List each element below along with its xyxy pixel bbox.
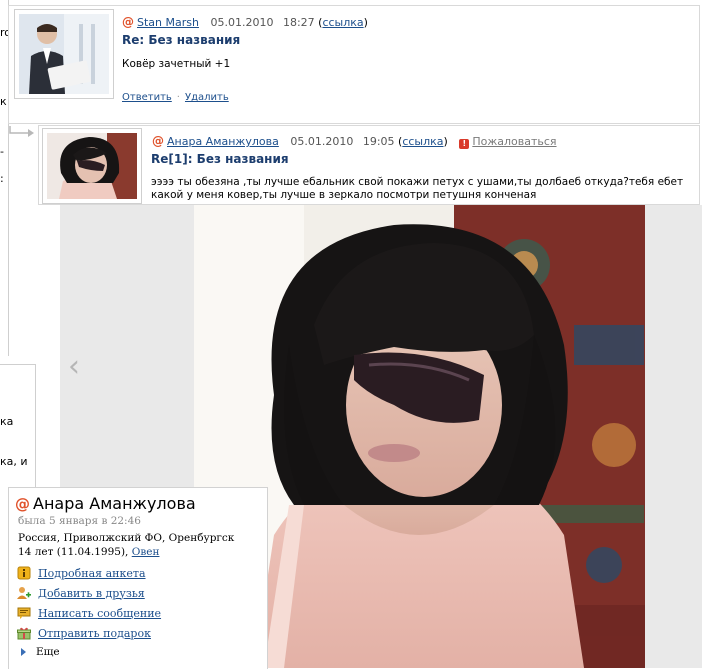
gift-icon — [17, 627, 31, 640]
clipped-text: - — [0, 145, 4, 158]
caret-right-icon — [21, 648, 26, 656]
at-icon: @ — [122, 15, 134, 29]
comment: @ Stan Marsh 05.01.2010 18:27 (ссылка) Re… — [8, 5, 700, 124]
profile-location: Россия, Приволжский ФО, Оренбургск — [18, 532, 235, 544]
avatar-image — [19, 14, 109, 94]
profile-name-text: Анара Аманжулова — [33, 494, 196, 513]
avatar-image — [47, 133, 137, 199]
menu-item-label[interactable]: Написать сообщение — [38, 607, 161, 620]
comment-date: 05.01.2010 — [290, 135, 354, 148]
clipped-text: к — [0, 95, 7, 108]
menu-item-label[interactable]: Подробная анкета — [38, 567, 146, 580]
avatar[interactable] — [14, 9, 114, 99]
comment-time: 18:27 — [282, 16, 315, 29]
menu-item-label[interactable]: Добавить в друзья — [38, 587, 145, 600]
complain-link[interactable]: Пожаловаться — [472, 135, 556, 148]
at-icon: @ — [152, 134, 164, 148]
comment-meta: @ Анара Аманжулова 05.01.2010 19:05 (ссыл… — [152, 134, 557, 149]
comment-title: Re: Без названия — [122, 33, 241, 47]
comment-time: 19:05 — [362, 135, 395, 148]
menu-item-label[interactable]: Отправить подарок — [38, 627, 151, 640]
age-text: 14 лет (11.04.1995), — [18, 546, 129, 558]
menu-item-gift[interactable]: Отправить подарок — [17, 626, 151, 640]
profile-age: 14 лет (11.04.1995), Овен — [18, 546, 159, 558]
last-seen: была 5 января в 22:46 — [18, 515, 141, 527]
warning-icon: ! — [459, 139, 470, 149]
at-icon: @ — [15, 495, 30, 513]
clipped-text: ка, и — [0, 455, 28, 468]
comment-actions: Ответить · Удалить — [122, 92, 229, 103]
add-friend-icon — [17, 587, 31, 599]
prev-photo-arrow-icon[interactable]: ‹ — [68, 352, 90, 382]
message-icon — [17, 607, 31, 619]
permalink: (ссылка) — [398, 135, 448, 148]
comment-text: Ковёр зачетный +1 — [122, 58, 231, 70]
profile-name: @ Анара Аманжулова — [15, 494, 196, 513]
profile-card: @ Анара Аманжулова была 5 января в 22:46 … — [8, 487, 268, 669]
more-label: Еще — [36, 646, 60, 658]
reply-link[interactable]: Ответить — [122, 92, 172, 103]
author-link[interactable]: Stan Marsh — [137, 16, 199, 29]
menu-item-add-friend[interactable]: Добавить в друзья — [17, 586, 145, 600]
comment-text: ээээ ты обезяна ,ты лучше ебальник свой … — [151, 176, 684, 201]
info-icon — [17, 566, 31, 580]
avatar[interactable] — [42, 128, 142, 204]
comment-meta: @ Stan Marsh 05.01.2010 18:27 (ссылка) — [122, 15, 368, 29]
menu-item-profile[interactable]: Подробная анкета — [17, 566, 146, 580]
clipped-text: : — [0, 172, 4, 185]
menu-item-message[interactable]: Написать сообщение — [17, 606, 161, 620]
permalink: (ссылка) — [318, 16, 368, 29]
permalink-link[interactable]: ссылка — [402, 135, 443, 148]
author-link[interactable]: Анара Аманжулова — [167, 135, 279, 148]
comment-title: Re[1]: Без названия — [151, 152, 289, 166]
delete-link[interactable]: Удалить — [185, 92, 229, 103]
comment-date: 05.01.2010 — [210, 16, 274, 29]
separator: · — [176, 92, 180, 103]
reply-arrow-icon — [9, 126, 34, 137]
comment: @ Анара Аманжулова 05.01.2010 19:05 (ссыл… — [38, 125, 700, 205]
permalink-link[interactable]: ссылка — [322, 16, 363, 29]
zodiac-link[interactable]: Овен — [132, 546, 160, 558]
clipped-text: ка — [0, 415, 14, 428]
menu-item-more[interactable]: Еще — [17, 646, 60, 658]
